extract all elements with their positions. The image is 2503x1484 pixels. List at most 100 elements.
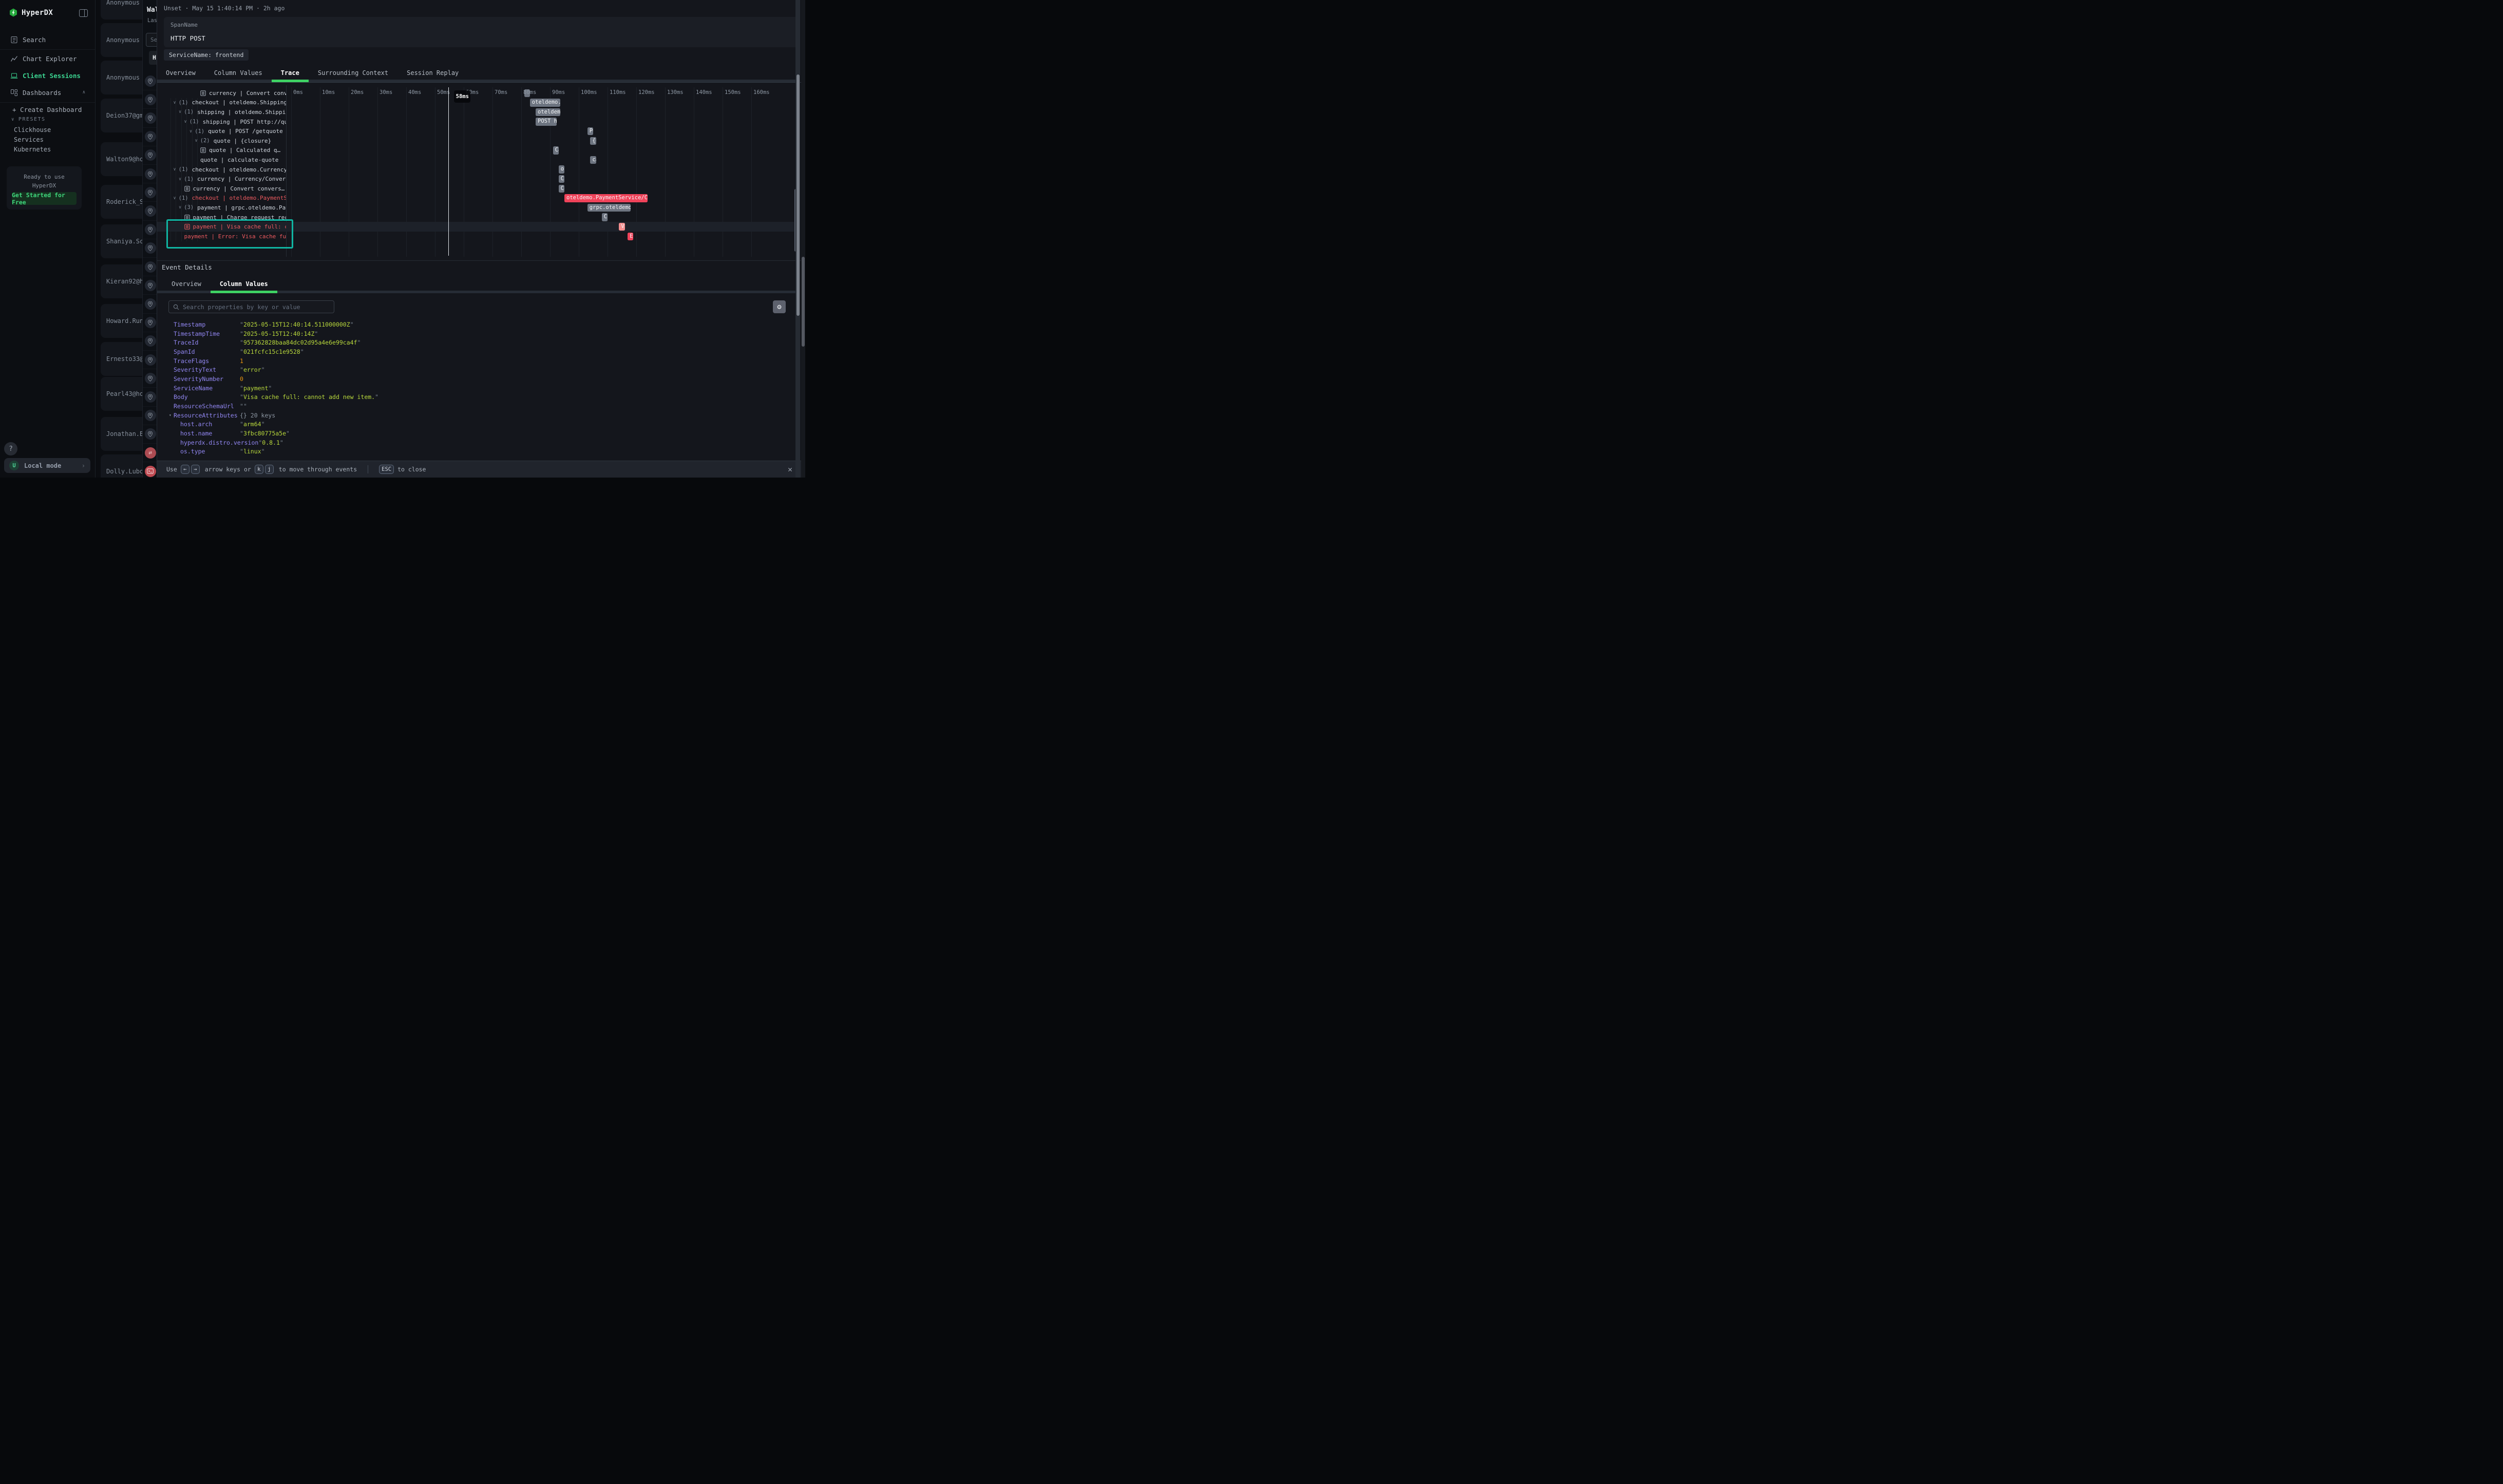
location-event-row[interactable] [143, 295, 157, 313]
location-event-row[interactable] [143, 183, 157, 202]
property-row[interactable]: ▾ResourceAttributes{} 20 keys [174, 411, 790, 420]
sidebar-item-chart-explorer[interactable]: Chart Explorer [0, 52, 96, 65]
location-event-row[interactable] [143, 90, 157, 109]
trace-span-row[interactable]: ∨(1)quote | POST /getquote POST /getquote [157, 126, 794, 136]
property-key[interactable]: ResourceSchemaUrl [174, 403, 240, 410]
property-key[interactable]: TraceFlags [174, 357, 240, 365]
hyperdx-logo[interactable]: HyperDX [9, 8, 53, 17]
location-event-row[interactable] [143, 128, 157, 146]
property-key[interactable]: host.name [180, 430, 240, 437]
trace-span-row[interactable]: currency | Convert convers… Convert conve… [157, 184, 794, 194]
tab-overview[interactable]: Overview [166, 69, 196, 77]
property-key[interactable]: host.arch [180, 421, 240, 428]
property-key[interactable]: SeverityNumber [174, 375, 240, 383]
location-event-row[interactable] [143, 388, 157, 406]
sidebar-item-search[interactable]: Search [0, 33, 96, 46]
trace-span-tree-cell[interactable]: quote | Calculated q… [157, 146, 286, 156]
span-duration-bar[interactable]: Calculated quote [553, 146, 559, 155]
session-search-input[interactable]: Sea [146, 33, 157, 47]
page-scrollbar[interactable] [801, 0, 805, 478]
gear-icon[interactable]: ⚙ [773, 300, 786, 313]
span-duration-bar[interactable]: oteldemo.CurrencyService [559, 165, 564, 174]
location-event-row[interactable] [143, 146, 157, 165]
location-event-row[interactable] [143, 332, 157, 351]
trace-span-row[interactable]: ∨(1)shipping | oteldemo.Shipping… oteldem… [157, 107, 794, 117]
chevron-down-icon[interactable]: ∨ [174, 100, 176, 105]
trace-span-tree-cell[interactable]: ∨(1)checkout | oteldemo.PaymentServi… [157, 194, 286, 203]
property-key[interactable]: hyperdx.distro.version [180, 439, 258, 446]
span-duration-bar[interactable]: oteldemo.ShippingService [530, 99, 560, 107]
span-duration-bar[interactable]: POST /getquote [587, 127, 593, 136]
span-duration-bar[interactable]: oteldemo.Shipping [536, 108, 560, 117]
sidebar-item-client-sessions[interactable]: Client Sessions [0, 69, 96, 82]
property-key[interactable]: SeverityText [174, 366, 240, 373]
sidebar-preset-services[interactable]: Services [14, 136, 44, 143]
chevron-down-icon[interactable]: ∨ [179, 205, 181, 210]
span-duration-bar[interactable]: Charge request received. [602, 213, 608, 221]
trace-span-tree-cell[interactable]: ∨(1)shipping | POST http://quo… [157, 117, 286, 127]
property-key[interactable]: os.type [180, 448, 240, 455]
trace-span-tree-cell[interactable]: ∨(1)checkout | oteldemo.CurrencySe… [157, 165, 286, 175]
create-dashboard-button[interactable]: + Create Dashboard [12, 106, 82, 113]
location-event-row[interactable] [143, 72, 157, 90]
span-duration-bar[interactable]: {closure} [590, 137, 596, 145]
property-key[interactable]: TraceId [174, 339, 240, 346]
span-duration-bar[interactable]: grpc.oteldemo. [587, 204, 631, 212]
location-event-row[interactable] [143, 369, 157, 388]
chevron-down-icon[interactable]: ∨ [195, 138, 198, 143]
property-row[interactable]: ResourceSchemaUrl"" [174, 402, 790, 411]
trace-span-row[interactable]: ∨(1)checkout | oteldemo.PaymentServi… ote… [157, 194, 794, 203]
trace-span-row[interactable]: ∨(1)checkout | oteldemo.CurrencySe… oteld… [157, 165, 794, 175]
property-row[interactable]: SeverityText"error" [174, 365, 790, 374]
sidebar-preset-clickhouse[interactable]: Clickhouse [14, 126, 51, 134]
location-event-row[interactable] [143, 109, 157, 127]
property-row[interactable]: TraceId"957362828baa84dc02d95a4e6e99ca4f… [174, 338, 790, 347]
span-duration-bar[interactable]: Error: Visa cache full [628, 233, 633, 241]
trace-span-tree-cell[interactable]: ∨(1)quote | POST /getquote [157, 126, 286, 136]
property-key[interactable]: SpanId [174, 348, 240, 355]
trace-span-tree-cell[interactable]: currency | Convert convers… [157, 88, 286, 98]
local-mode-menu[interactable]: U Local mode › [4, 458, 90, 473]
property-row[interactable]: hyperdx.distro.version"0.8.1" [180, 438, 790, 447]
location-event-row[interactable] [143, 221, 157, 239]
trace-span-tree-cell[interactable]: currency | Convert convers… [157, 184, 286, 194]
trace-span-tree-cell[interactable]: ∨(1)shipping | oteldemo.Shipping… [157, 107, 286, 117]
chevron-down-icon[interactable]: ∨ [174, 196, 176, 201]
location-event-row[interactable] [143, 239, 157, 258]
service-name-chip[interactable]: ServiceName: frontend [164, 49, 249, 61]
location-event-row[interactable] [143, 351, 157, 369]
presets-group[interactable]: ∨ PRESETS [11, 117, 46, 122]
span-duration-bar[interactable]: Currency/Convert [559, 175, 564, 183]
property-row[interactable]: host.name"3fbc80775a5e" [180, 429, 790, 438]
property-row[interactable]: os.type"linux" [180, 447, 790, 456]
sidebar-collapse-icon[interactable] [79, 9, 88, 17]
span-duration-bar[interactable]: Convert conversion [559, 185, 564, 193]
trace-span-row[interactable]: quote | Calculated q… Calculated quote [157, 146, 794, 156]
tab-session-replay[interactable]: Session Replay [407, 69, 459, 77]
trace-span-row[interactable]: ∨(3)payment | grpc.oteldemo.Paymen…grpc.… [157, 203, 794, 213]
sidebar-item-dashboards[interactable]: Dashboards∧ [0, 86, 96, 99]
span-duration-bar[interactable]: oteldemo.PaymentService/Char [564, 194, 648, 202]
event-details-tab-column-values[interactable]: Column Values [220, 280, 268, 288]
property-row[interactable]: TraceFlags1 [174, 356, 790, 366]
location-event-row[interactable] [143, 425, 157, 444]
navigation-event-row[interactable]: ⇄ [143, 444, 157, 462]
property-row[interactable]: SeverityNumber0 [174, 374, 790, 384]
trace-span-tree-cell[interactable]: quote | calculate-quote [157, 155, 286, 165]
chevron-down-icon[interactable]: ∨ [179, 177, 181, 182]
property-key[interactable]: ResourceAttributes [174, 412, 240, 419]
span-name-card[interactable]: SpanName HTTP POST [164, 17, 799, 47]
property-row[interactable]: Timestamp"2025-05-15T12:40:14.511000000Z… [174, 320, 790, 329]
tab-trace[interactable]: Trace [281, 69, 299, 77]
trace-span-row[interactable]: ∨(1)shipping | POST http://quo…POST http… [157, 117, 794, 127]
trace-span-row[interactable]: quote | calculate-quotecalculate-quote [157, 155, 794, 165]
property-search-input[interactable]: Search properties by key or value [168, 300, 334, 313]
property-row[interactable]: host.arch"arm64" [180, 420, 790, 429]
console-event-row[interactable] [143, 462, 157, 478]
trace-span-tree-cell[interactable]: ∨(2)quote | {closure} [157, 136, 286, 146]
trace-span-row[interactable]: ∨(1)checkout | oteldemo.ShippingSe…oteld… [157, 98, 794, 108]
location-event-row[interactable] [143, 314, 157, 332]
session-filter-button[interactable]: H [149, 51, 157, 65]
chevron-down-icon[interactable]: ∨ [189, 129, 192, 134]
expander-triangle-icon[interactable]: ▾ [169, 413, 172, 417]
